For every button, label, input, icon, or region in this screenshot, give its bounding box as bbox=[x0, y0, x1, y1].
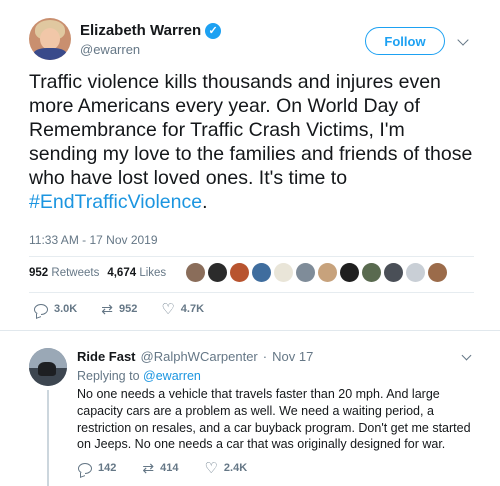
divider bbox=[29, 292, 474, 293]
heart-icon: ♡ bbox=[161, 300, 175, 318]
likes-stat[interactable]: 4,674 Likes bbox=[107, 267, 166, 279]
reply-button[interactable]: 3.0K bbox=[34, 303, 77, 315]
tweet-actions: 3.0K ⇄ 952 ♡ 4.7K bbox=[34, 300, 228, 318]
reply-like-button[interactable]: ♡ 2.4K bbox=[204, 459, 248, 477]
thread-line bbox=[47, 390, 49, 486]
liker-avatar[interactable] bbox=[208, 263, 227, 282]
liker-avatar[interactable] bbox=[340, 263, 359, 282]
tweet-stats: 952 Retweets 4,674 Likes bbox=[29, 267, 166, 279]
retweet-count: 952 bbox=[118, 303, 138, 315]
replying-to-label: Replying to bbox=[77, 369, 140, 383]
reply-retweet-count: 414 bbox=[160, 462, 179, 474]
liker-avatar[interactable] bbox=[186, 263, 205, 282]
divider bbox=[29, 256, 474, 257]
reply-author-name[interactable]: Ride Fast bbox=[77, 349, 136, 364]
replying-to: Replying to @ewarren bbox=[77, 369, 201, 383]
like-count: 4.7K bbox=[180, 303, 205, 315]
reply-date[interactable]: Nov 17 bbox=[272, 349, 313, 364]
tweet-text: Traffic violence kills thousands and inj… bbox=[29, 70, 474, 214]
retweet-icon: ⇄ bbox=[101, 300, 113, 317]
reply-separator: · bbox=[262, 349, 268, 364]
reply-author-handle[interactable]: @RalphWCarpenter bbox=[141, 349, 258, 364]
reply-retweet-button[interactable]: ⇄ 414 bbox=[142, 459, 179, 476]
tweet-timestamp[interactable]: 11:33 AM - 17 Nov 2019 bbox=[29, 233, 158, 247]
reply-like-count: 2.4K bbox=[223, 462, 248, 474]
hashtag-link[interactable]: #EndTrafficViolence bbox=[29, 191, 202, 213]
retweets-stat[interactable]: 952 Retweets bbox=[29, 267, 99, 279]
tweet-text-body: Traffic violence kills thousands and inj… bbox=[29, 71, 473, 189]
follow-button[interactable]: Follow bbox=[365, 27, 445, 55]
retweet-button[interactable]: ⇄ 952 bbox=[101, 300, 138, 317]
liker-avatar[interactable] bbox=[362, 263, 381, 282]
reply-reply-button[interactable]: 142 bbox=[78, 462, 116, 474]
author-name-row[interactable]: Elizabeth Warren ✓ bbox=[80, 22, 222, 39]
divider bbox=[0, 330, 500, 331]
likes-count: 4,674 bbox=[107, 267, 137, 279]
liker-avatar[interactable] bbox=[296, 263, 315, 282]
tweet-menu-chevron-down-icon[interactable] bbox=[457, 34, 469, 46]
liker-avatars bbox=[186, 263, 447, 282]
liker-avatar[interactable] bbox=[428, 263, 447, 282]
heart-icon: ♡ bbox=[204, 459, 218, 477]
liker-avatar[interactable] bbox=[252, 263, 271, 282]
tweet-text-end: . bbox=[202, 191, 208, 213]
reply-icon bbox=[78, 462, 92, 474]
like-button[interactable]: ♡ 4.7K bbox=[161, 300, 205, 318]
likes-label: Likes bbox=[139, 267, 167, 279]
retweet-icon: ⇄ bbox=[142, 459, 155, 476]
reply-count: 3.0K bbox=[54, 303, 78, 315]
reply-actions: 142 ⇄ 414 ♡ 2.4K bbox=[78, 459, 273, 477]
author-avatar[interactable] bbox=[29, 18, 71, 60]
liker-avatar[interactable] bbox=[230, 263, 249, 282]
liker-avatar[interactable] bbox=[406, 263, 425, 282]
liker-avatar[interactable] bbox=[318, 263, 337, 282]
author-name[interactable]: Elizabeth Warren bbox=[80, 22, 201, 39]
reply-author-avatar[interactable] bbox=[29, 348, 67, 386]
retweets-count: 952 bbox=[29, 267, 49, 279]
verified-badge-icon: ✓ bbox=[205, 22, 222, 39]
reply-reply-count: 142 bbox=[98, 462, 117, 474]
reply-header: Ride Fast @RalphWCarpenter · Nov 17 bbox=[77, 349, 313, 364]
liker-avatar[interactable] bbox=[384, 263, 403, 282]
reply-menu-chevron-down-icon[interactable] bbox=[461, 350, 472, 361]
reply-text: No one needs a vehicle that travels fast… bbox=[77, 387, 471, 452]
liker-avatar[interactable] bbox=[274, 263, 293, 282]
replying-to-handle[interactable]: @ewarren bbox=[143, 369, 201, 383]
author-handle[interactable]: @ewarren bbox=[80, 42, 140, 57]
retweets-label: Retweets bbox=[51, 267, 100, 279]
reply-icon bbox=[34, 303, 48, 315]
